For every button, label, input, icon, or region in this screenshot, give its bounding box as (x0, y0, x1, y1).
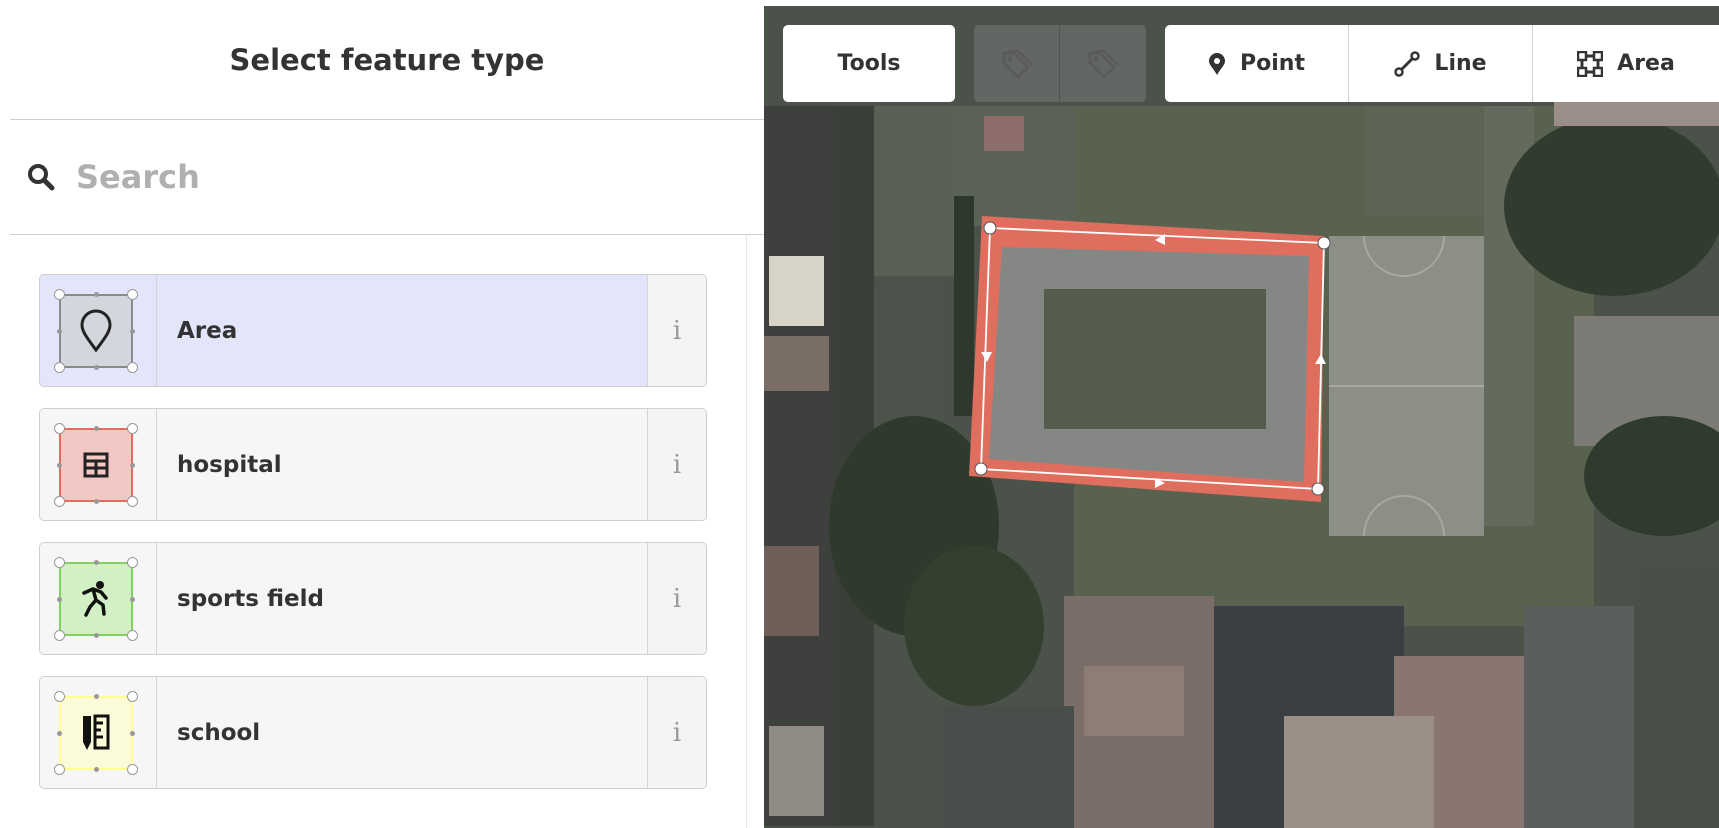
preset-info-button[interactable]: i (647, 275, 706, 386)
area-label: Area (1617, 51, 1675, 76)
undo-button[interactable] (974, 25, 1060, 102)
preset-label: school (177, 719, 261, 746)
preset-item-area[interactable]: Area i (39, 274, 707, 387)
preset-label: Area (177, 317, 238, 344)
preset-swatch (54, 423, 138, 507)
preset-swatch (54, 557, 138, 641)
sidebar-title: Select feature type (229, 42, 545, 77)
add-point-button[interactable]: Point (1165, 25, 1349, 102)
search-bar (10, 120, 764, 235)
preset-info-button[interactable]: i (647, 409, 706, 520)
preset-item-sports-field[interactable]: sports field i (39, 542, 707, 655)
redo-button[interactable] (1060, 25, 1146, 102)
search-icon (28, 164, 55, 191)
area-icon (1577, 50, 1604, 77)
map-canvas[interactable] (764, 6, 1719, 828)
preset-icon-cell (40, 409, 157, 520)
sidebar-divider (746, 235, 747, 828)
preset-icon-cell (40, 677, 157, 788)
add-area-button[interactable]: Area (1533, 25, 1719, 102)
preset-item-school[interactable]: school i (39, 676, 707, 789)
satellite-imagery (764, 6, 1719, 828)
add-line-button[interactable]: Line (1349, 25, 1533, 102)
sidebar-header: Select feature type (10, 0, 764, 120)
preset-item-hospital[interactable]: hospital i (39, 408, 707, 521)
feature-type-sidebar: Select feature type Search Area i hospit… (0, 0, 764, 828)
draw-mode-group: Point Line Area (1165, 25, 1719, 102)
school-ruler-pencil-icon (83, 714, 110, 750)
point-marker-icon (1209, 52, 1226, 75)
preset-label: hospital (177, 451, 282, 478)
running-person-icon (82, 581, 108, 617)
preset-info-button[interactable]: i (647, 543, 706, 654)
tag-history-group (974, 25, 1146, 102)
preset-info-button[interactable]: i (647, 677, 706, 788)
preset-swatch (54, 289, 138, 373)
point-label: Point (1240, 51, 1305, 76)
preset-icon-cell (40, 275, 157, 386)
preset-icon-cell (40, 543, 157, 654)
map-marker-icon (80, 309, 112, 353)
line-label: Line (1434, 51, 1487, 76)
tools-label: Tools (837, 51, 901, 76)
hospital-building-icon (83, 452, 109, 478)
tag-redo-icon (1088, 49, 1119, 78)
search-input[interactable] (76, 158, 676, 196)
tag-undo-icon (1002, 49, 1033, 78)
preset-swatch (54, 691, 138, 775)
tools-button[interactable]: Tools (783, 25, 955, 102)
line-icon (1394, 50, 1421, 77)
preset-list: Area i hospital i sports field i school … (39, 274, 707, 810)
preset-label: sports field (177, 585, 324, 612)
